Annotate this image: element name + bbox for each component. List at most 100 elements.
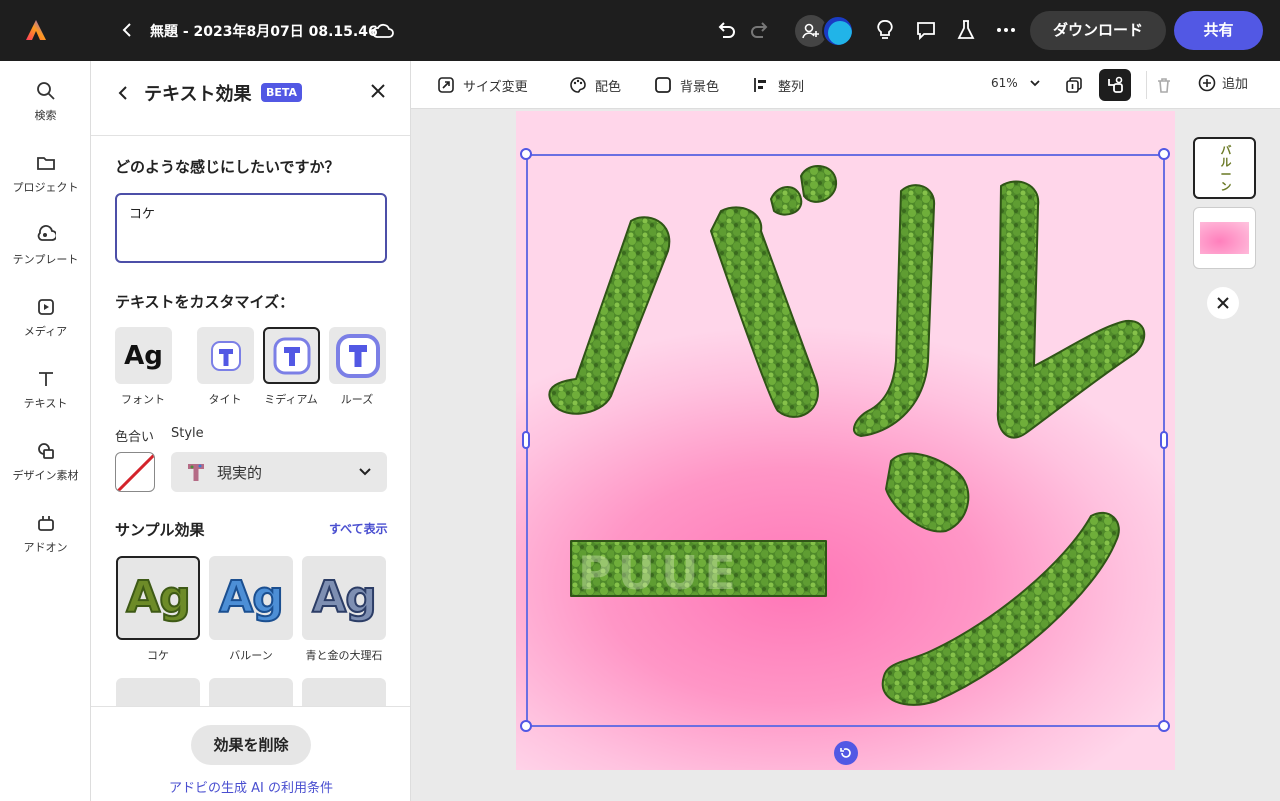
color-swatch-none[interactable] [115,452,155,492]
background-color-label: 背景色 [680,79,720,95]
sample-moss[interactable]: Ag [116,556,200,640]
prompt-question: どのような感じにしたいですか？ [115,158,340,176]
thumbnail-image [1200,222,1249,254]
style-dropdown[interactable]: 現実的 [171,452,387,492]
add-button[interactable]: 追加 [1198,73,1248,92]
sample-glyph: Ag [218,572,285,623]
more-icon[interactable] [994,18,1018,42]
option-label: フォント [121,393,165,406]
medium-t-icon [273,337,310,374]
option-font[interactable]: Ag [115,327,172,384]
style-thumb-icon [188,464,204,481]
add-label: 追加 [1222,77,1249,92]
beta-badge: BETA [261,83,303,102]
gen-ai-terms-link[interactable]: アドビの生成 AI の利用条件 [91,777,410,796]
page-thumbnail-1[interactable]: バルーン [1193,137,1256,199]
prompt-input[interactable]: コケ [115,193,387,263]
media-icon [37,299,54,315]
adobe-express-logo-icon[interactable] [24,18,48,42]
close-icon[interactable] [368,81,388,101]
sample-label: 青と金の大理石 [305,649,383,662]
option-label: ルーズ [340,393,374,406]
font-glyph: Ag [124,340,163,371]
resize-button[interactable]: サイズ変更 [437,73,528,97]
rail-label: テンプレート [12,253,79,266]
sample-label: コケ [147,649,169,662]
align-button[interactable]: 整列 [752,73,804,97]
resize-handle-bl[interactable] [520,720,532,732]
flask-icon[interactable] [954,18,978,42]
option-tight[interactable] [197,327,254,384]
option-medium[interactable] [263,327,320,384]
back-icon[interactable] [118,20,138,40]
redo-icon[interactable] [748,18,772,42]
color-scheme-button[interactable]: 配色 [569,73,621,97]
arrange-button[interactable] [1099,69,1131,101]
layers-button[interactable] [1058,69,1090,101]
close-pages-button[interactable] [1207,287,1239,319]
lightbulb-icon[interactable] [873,18,897,42]
align-icon [754,78,766,92]
remove-effect-button[interactable]: 効果を削除 [191,725,311,765]
comment-icon[interactable] [914,18,938,42]
rail-item-media[interactable]: メディア [0,297,91,357]
background-square-icon [655,77,671,93]
resize-handle-left[interactable] [522,431,530,449]
resize-handle-tl[interactable] [520,148,532,160]
sample-balloon[interactable]: Ag [209,556,293,640]
loose-t-icon [335,333,380,378]
rail-item-addons[interactable]: アドオン [0,513,91,573]
rail-label: デザイン素材 [12,469,79,482]
align-label: 整列 [778,79,805,95]
no-color-icon [116,453,154,491]
rail-item-templates[interactable]: テンプレート [0,225,91,285]
chevron-down-icon[interactable] [1028,76,1042,90]
tight-t-icon [210,340,241,371]
background-color-button[interactable]: 背景色 [654,73,719,97]
see-all-link[interactable]: すべて表示 [329,520,388,537]
close-icon [1217,297,1229,309]
rail-item-search[interactable]: 検索 [0,81,91,141]
zoom-level[interactable]: 61% [991,76,1018,90]
document-title[interactable]: 無題 - 2023年8月07日 08.15.46 [150,21,378,41]
download-button[interactable]: ダウンロード [1030,11,1166,50]
left-rail: 検索 プロジェクト テンプレート メディア テキスト デザイン素材 アドオン [0,61,91,801]
rail-item-text[interactable]: テキスト [0,369,91,429]
back-icon[interactable] [113,83,133,103]
rail-label: プロジェクト [12,181,79,194]
rail-label: アドオン [23,541,68,554]
panel-header: テキスト効果 BETA [91,61,410,136]
arrange-icon [1108,76,1123,93]
delete-button[interactable] [1148,69,1180,101]
rail-item-design-assets[interactable]: デザイン素材 [0,441,91,501]
undo-icon[interactable] [714,18,738,42]
option-loose[interactable] [329,327,386,384]
share-button[interactable]: 共有 [1174,11,1263,50]
search-icon [36,82,55,100]
resize-handle-tr[interactable] [1158,148,1170,160]
sample-glyph: Ag [125,572,192,623]
panel-footer: 効果を削除 アドビの生成 AI の利用条件 [91,706,410,801]
cloud-sync-icon[interactable] [371,21,395,41]
template-icon [37,225,56,241]
addons-icon [37,516,54,531]
resize-handle-br[interactable] [1158,720,1170,732]
top-bar: 無題 - 2023年8月07日 08.15.46 ダウンロード 共有 [0,0,1280,61]
avatar[interactable] [822,15,854,47]
text-icon [38,372,53,386]
thumbnail-text: バルーン [1220,144,1232,193]
rail-item-projects[interactable]: プロジェクト [0,153,91,213]
page-thumbnail-2[interactable] [1193,207,1256,269]
sample-blue-gold-marble[interactable]: Ag [302,556,386,640]
layers-icon [1066,77,1082,93]
palette-icon [570,77,586,93]
rail-label: メディア [23,325,68,338]
style-label: Style [171,426,204,441]
rotate-icon [840,748,851,758]
option-label: ミディアム [264,393,318,406]
resize-handle-right[interactable] [1160,431,1168,449]
rotate-handle[interactable] [834,741,858,765]
panel-title: テキスト効果 [144,84,252,105]
selection-box[interactable] [526,154,1165,727]
style-value: 現実的 [217,464,263,482]
